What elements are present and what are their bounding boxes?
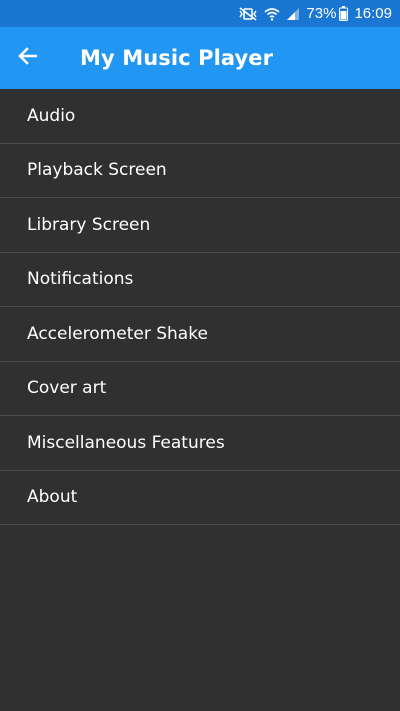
mute-vibrate-icon: [238, 6, 258, 21]
arrow-left-icon: [17, 47, 38, 69]
list-item-audio[interactable]: Audio: [0, 89, 400, 144]
battery-percent: 73%: [306, 5, 337, 22]
list-item-about[interactable]: About: [0, 471, 400, 525]
app-bar: My Music Player: [0, 27, 400, 89]
settings-list: Audio Playback Screen Library Screen Not…: [0, 89, 400, 525]
status-time: 16:09: [354, 5, 392, 22]
list-item-notifications[interactable]: Notifications: [0, 253, 400, 307]
back-button[interactable]: [0, 27, 54, 89]
list-item-accelerometer-shake[interactable]: Accelerometer Shake: [0, 307, 400, 362]
signal-icon: [286, 7, 300, 21]
wifi-icon: [264, 7, 280, 21]
list-item-miscellaneous-features[interactable]: Miscellaneous Features: [0, 416, 400, 471]
status-bar: 73% 16:09: [0, 0, 400, 27]
page-title: My Music Player: [80, 46, 274, 70]
battery-icon: [339, 6, 349, 21]
list-item-playback-screen[interactable]: Playback Screen: [0, 144, 400, 198]
list-item-library-screen[interactable]: Library Screen: [0, 198, 400, 253]
list-item-cover-art[interactable]: Cover art: [0, 362, 400, 416]
